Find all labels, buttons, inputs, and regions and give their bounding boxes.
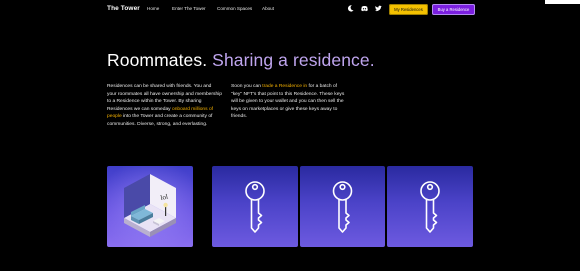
- page-title-main: Roommates.: [107, 50, 208, 70]
- nav-link-home[interactable]: Home: [147, 6, 159, 11]
- my-residences-button[interactable]: My Residences: [389, 4, 428, 15]
- nav-link-about[interactable]: About: [262, 6, 274, 11]
- key-icon: [245, 181, 265, 233]
- brand-logo-text[interactable]: The Tower: [107, 5, 140, 12]
- page-title-accent: Sharing a residence.: [212, 50, 375, 70]
- right-text-2: for a batch of "key" NFT's that point to…: [231, 84, 345, 120]
- nav-link-common-spaces[interactable]: Common Spaces: [217, 6, 252, 11]
- residence-room-image: lol: [107, 166, 193, 247]
- left-text-2: into the Tower and create a community of…: [107, 114, 213, 127]
- isometric-room-illustration: lol: [107, 166, 193, 247]
- key-card-1: [212, 166, 298, 247]
- corner-tab: [545, 0, 580, 4]
- twitter-icon[interactable]: [374, 4, 383, 13]
- discord-icon[interactable]: [360, 4, 369, 13]
- trade-residence-link[interactable]: trade a Residence in: [262, 84, 307, 89]
- moon-icon[interactable]: [346, 4, 355, 13]
- key-icon: [420, 181, 440, 233]
- nav-link-enter-the-tower[interactable]: Enter The Tower: [172, 6, 206, 11]
- intro-paragraph-right: Soon you can trade a Residence in for a …: [231, 83, 349, 121]
- page-title: Roommates. Sharing a residence.: [107, 50, 375, 71]
- buy-residence-button[interactable]: Buy a Residence: [432, 4, 475, 15]
- top-navbar: The Tower Home Enter The Tower Common Sp…: [0, 0, 580, 18]
- right-text-1: Soon you can: [231, 84, 263, 89]
- key-card-3: [387, 166, 473, 247]
- key-icon: [332, 181, 353, 233]
- key-card-2: [300, 166, 385, 247]
- intro-paragraph-left: Residences can be shared with friends. Y…: [107, 83, 222, 129]
